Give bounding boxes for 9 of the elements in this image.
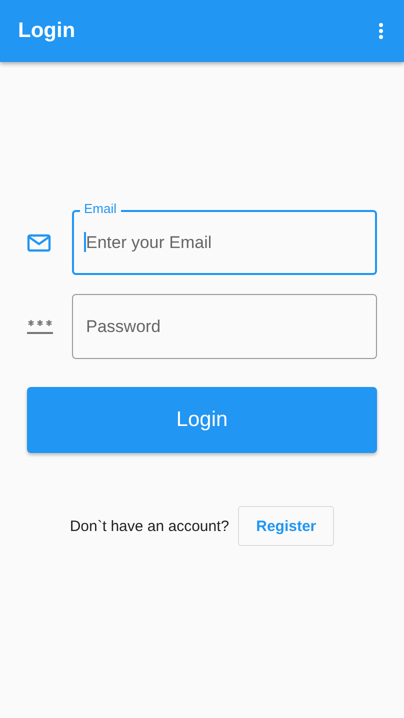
register-prompt: Don`t have an account? bbox=[70, 518, 230, 534]
login-button[interactable]: Login bbox=[27, 387, 377, 453]
app-title: Login bbox=[18, 19, 76, 43]
password-icon bbox=[27, 318, 53, 334]
more-options-icon[interactable] bbox=[376, 22, 386, 40]
register-button[interactable]: Register bbox=[238, 506, 334, 546]
text-cursor bbox=[84, 232, 86, 252]
password-field[interactable]: Password bbox=[72, 294, 377, 359]
email-icon bbox=[27, 234, 51, 252]
